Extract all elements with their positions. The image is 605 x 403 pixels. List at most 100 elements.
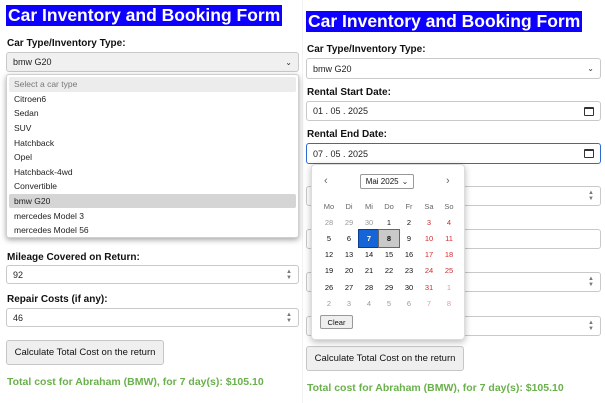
calendar-day[interactable]: 16 — [399, 247, 419, 263]
calendar-week-row: 12 13 14 15 16 17 18 — [319, 247, 459, 263]
calendar-day[interactable]: 10 — [419, 230, 439, 246]
calendar-day[interactable]: 30 — [359, 214, 379, 230]
car-type-select[interactable]: bmw G20 ⌄ — [6, 52, 299, 72]
calendar-day[interactable]: 12 — [319, 247, 339, 263]
rental-start-label: Rental Start Date: — [307, 87, 391, 98]
calculate-button[interactable]: Calculate Total Cost on the return — [6, 340, 164, 365]
option-opel[interactable]: Opel — [9, 150, 296, 165]
calendar-week-row: 28 29 30 1 2 3 4 — [319, 214, 459, 230]
option-mercedes-model-56[interactable]: mercedes Model 56 — [9, 223, 296, 238]
spinner-icon[interactable]: ▲ ▼ — [286, 312, 292, 324]
calendar-header: ‹ Mai 2025 ⌄ › — [312, 174, 464, 190]
spinner-icon[interactable]: ▲ ▼ — [286, 269, 292, 281]
clear-button[interactable]: Clear — [320, 315, 353, 329]
calendar-day[interactable]: 1 — [379, 214, 399, 230]
calendar-icon[interactable] — [584, 149, 594, 158]
form-title: Car Inventory and Booking Form — [306, 11, 583, 32]
calendar-day[interactable]: 18 — [439, 247, 459, 263]
calendar-day[interactable]: 7 — [419, 295, 439, 311]
option-hatchback-4wd[interactable]: Hatchback-4wd — [9, 165, 296, 180]
month-year-value: Mai 2025 — [365, 177, 399, 186]
mileage-value: 92 — [13, 269, 24, 280]
calendar-day[interactable]: 21 — [359, 263, 379, 279]
calendar-day[interactable]: 13 — [339, 247, 359, 263]
calendar-day[interactable]: 6 — [399, 295, 419, 311]
date-picker-popup: ‹ Mai 2025 ⌄ › Mo Di Mi Do Fr Sa So 28 29 30 1 2 3 4 5… — [311, 164, 465, 340]
calendar-day[interactable]: 25 — [439, 263, 459, 279]
left-panel: Car Inventory and Booking Form Car Type/… — [0, 0, 302, 403]
total-cost-result: Total cost for Abraham (BMW), for 7 day(… — [7, 376, 264, 388]
weekday-label: Do — [384, 201, 394, 211]
rental-end-value: 07 . 05 . 2025 — [313, 148, 369, 159]
mileage-input[interactable]: 92 ▲ ▼ — [6, 265, 299, 284]
calendar-day[interactable]: 9 — [399, 230, 419, 246]
calendar-day[interactable]: 24 — [419, 263, 439, 279]
calendar-day[interactable]: 28 — [319, 214, 339, 230]
calendar-day[interactable]: 22 — [379, 263, 399, 279]
month-year-select[interactable]: Mai 2025 ⌄ — [360, 174, 414, 189]
repair-value: 46 — [13, 312, 24, 323]
chevron-down-icon: ⌄ — [285, 57, 292, 67]
chevron-down-icon: ⌄ — [587, 64, 594, 73]
option-suv[interactable]: SUV — [9, 121, 296, 136]
calendar-day[interactable]: 14 — [359, 247, 379, 263]
next-month-icon[interactable]: › — [446, 175, 450, 187]
spinner-icon[interactable]: ▲ ▼ — [588, 190, 594, 202]
calendar-day[interactable]: 29 — [379, 279, 399, 295]
option-bmw-g20[interactable]: bmw G20 — [9, 193, 296, 209]
option-convertible[interactable]: Convertible — [9, 179, 296, 194]
repair-label: Repair Costs (if any): — [7, 294, 108, 305]
calendar-day[interactable]: 5 — [319, 230, 339, 246]
weekday-label: Sa — [424, 201, 434, 211]
calendar-day[interactable]: 6 — [339, 230, 359, 246]
calendar-day[interactable]: 27 — [339, 279, 359, 295]
calendar-day[interactable]: 5 — [379, 295, 399, 311]
calendar-day[interactable]: 20 — [339, 263, 359, 279]
calculate-button[interactable]: Calculate Total Cost on the return — [306, 346, 464, 371]
calendar-day[interactable]: 4 — [359, 295, 379, 311]
option-placeholder[interactable]: Select a car type — [9, 77, 296, 92]
calendar-day[interactable]: 3 — [339, 295, 359, 311]
rental-start-input[interactable]: 01 . 05 . 2025 — [306, 101, 601, 121]
spinner-icon[interactable]: ▲ ▼ — [588, 276, 594, 288]
calendar-day[interactable]: 15 — [379, 247, 399, 263]
weekday-label: Mo — [323, 201, 335, 211]
option-citroen6[interactable]: Citroen6 — [9, 92, 296, 107]
calendar-week-row: 26 27 28 29 30 31 1 — [319, 279, 459, 295]
calendar-day[interactable]: 2 — [319, 295, 339, 311]
weekday-header-row: Mo Di Mi Do Fr Sa So — [319, 198, 459, 214]
spinner-icon[interactable]: ▲ ▼ — [588, 320, 594, 332]
calendar-day[interactable]: 7 — [358, 229, 380, 248]
repair-input[interactable]: 46 ▲ ▼ — [6, 308, 299, 327]
calendar-day[interactable]: 8 — [439, 295, 459, 311]
rental-end-input[interactable]: 07 . 05 . 2025 — [306, 143, 601, 164]
calendar-day[interactable]: 3 — [419, 214, 439, 230]
prev-month-icon[interactable]: ‹ — [324, 175, 328, 187]
car-type-label: Car Type/Inventory Type: — [7, 38, 126, 49]
option-hatchback[interactable]: Hatchback — [9, 135, 296, 150]
calendar-day[interactable]: 31 — [419, 279, 439, 295]
weekday-label: Di — [345, 201, 353, 211]
calendar-day[interactable]: 23 — [399, 263, 419, 279]
option-mercedes-model-3[interactable]: mercedes Model 3 — [9, 208, 296, 223]
calendar-day[interactable]: 19 — [319, 263, 339, 279]
car-type-select[interactable]: bmw G20 ⌄ — [306, 58, 601, 79]
calendar-day[interactable]: 30 — [399, 279, 419, 295]
calendar-day[interactable]: 28 — [359, 279, 379, 295]
calendar-day[interactable]: 26 — [319, 279, 339, 295]
weekday-label: Fr — [405, 201, 413, 211]
calendar-day[interactable]: 29 — [339, 214, 359, 230]
calendar-day[interactable]: 17 — [419, 247, 439, 263]
calendar-day[interactable]: 1 — [439, 279, 459, 295]
calendar-day[interactable]: 2 — [399, 214, 419, 230]
form-title: Car Inventory and Booking Form — [6, 5, 283, 26]
calendar-week-row: 2345678 — [319, 295, 459, 311]
calendar-day[interactable]: 8 — [378, 229, 400, 248]
chevron-down-icon: ⌄ — [401, 177, 409, 186]
total-cost-result: Total cost for Abraham (BMW), for 7 day(… — [307, 382, 564, 394]
rental-end-label: Rental End Date: — [307, 129, 388, 140]
calendar-icon[interactable] — [584, 106, 594, 116]
calendar-day[interactable]: 4 — [439, 214, 459, 230]
calendar-day[interactable]: 11 — [439, 230, 459, 246]
option-sedan[interactable]: Sedan — [9, 106, 296, 121]
